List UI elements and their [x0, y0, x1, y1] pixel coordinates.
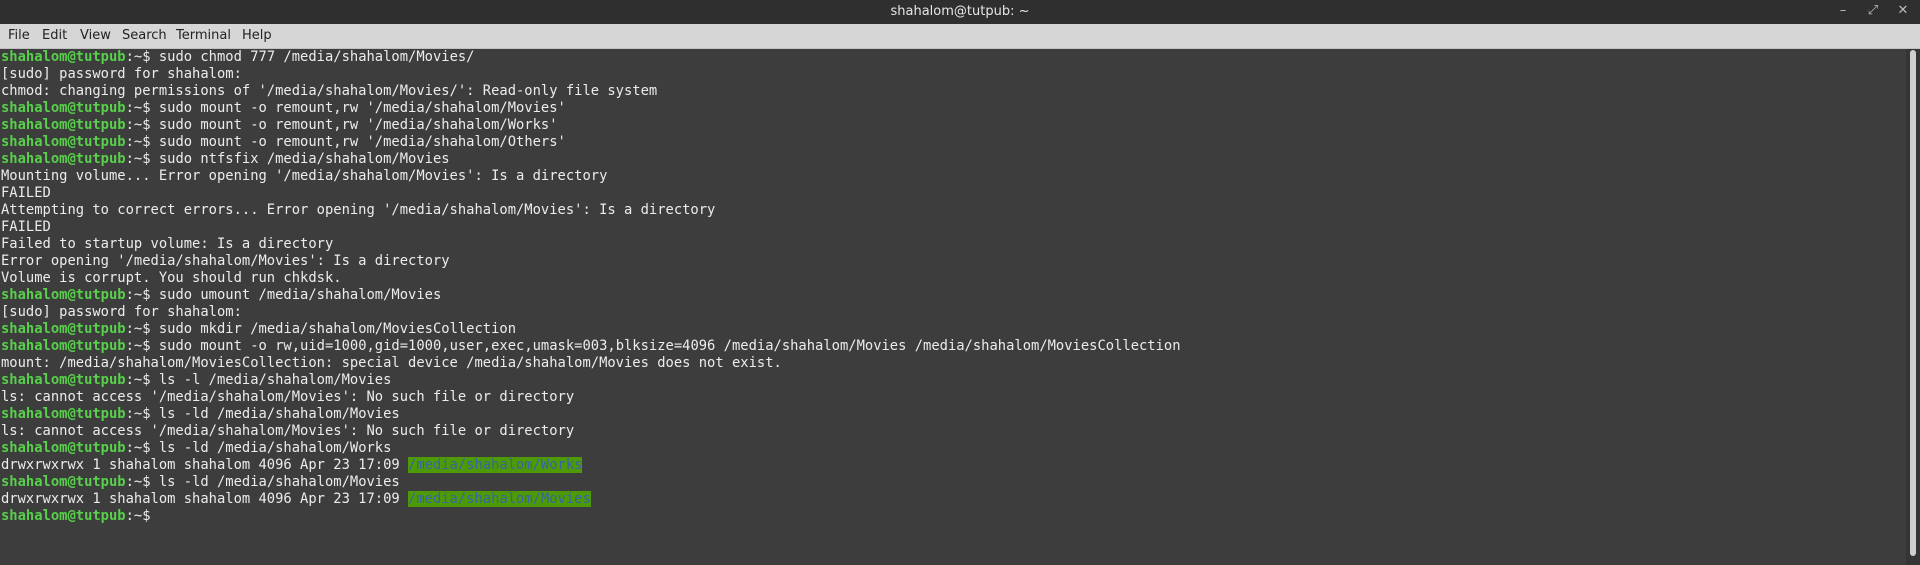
command-line: shahalom@tutpub:~$ sudo mount -o remount…	[1, 134, 566, 151]
command-text: ls -ld /media/shahalom/Movies	[150, 406, 400, 422]
menu-terminal[interactable]: Terminal	[176, 24, 231, 48]
menu-view[interactable]: View	[80, 24, 111, 48]
output-line: mount: /media/shahalom/MoviesCollection:…	[1, 355, 782, 371]
prompt-path: :~$	[125, 338, 151, 354]
output-line: [sudo] password for shahalom:	[1, 304, 242, 320]
prompt-path: :~$	[125, 508, 151, 524]
window-title: shahalom@tutpub: ~	[890, 4, 1030, 19]
output-line: Error opening '/media/shahalom/Movies': …	[1, 253, 450, 269]
output-line: Failed to startup volume: Is a directory	[1, 236, 334, 252]
command-text: sudo chmod 777 /media/shahalom/Movies/	[150, 49, 475, 65]
output-line: [sudo] password for shahalom:	[1, 66, 242, 82]
prompt-user-host: shahalom@tutpub	[1, 117, 126, 133]
terminal-output[interactable]: shahalom@tutpub:~$ sudo chmod 777 /media…	[0, 49, 1906, 565]
prompt-user-host: shahalom@tutpub	[1, 474, 126, 490]
command-text: sudo umount /media/shahalom/Movies	[150, 287, 442, 303]
highlighted-path: /media/shahalom/Movies	[408, 491, 591, 507]
prompt-path: :~$	[125, 406, 151, 422]
command-line: shahalom@tutpub:~$ ls -l /media/shahalom…	[1, 372, 391, 389]
command-line: shahalom@tutpub:~$ ls -ld /media/shahalo…	[1, 474, 400, 491]
menu-file[interactable]: File	[8, 24, 30, 48]
command-line: shahalom@tutpub:~$ sudo chmod 777 /media…	[1, 49, 474, 66]
output-line: drwxrwxrwx 1 shahalom shahalom 4096 Apr …	[1, 457, 583, 474]
command-line: shahalom@tutpub:~$ sudo mount -o rw,uid=…	[1, 338, 1181, 355]
menu-search[interactable]: Search	[122, 24, 167, 48]
menu-edit[interactable]: Edit	[42, 24, 67, 48]
prompt-user-host: shahalom@tutpub	[1, 338, 126, 354]
prompt-user-host: shahalom@tutpub	[1, 321, 126, 337]
ls-entry-text: drwxrwxrwx 1 shahalom shahalom 4096 Apr …	[1, 491, 409, 507]
command-text: sudo mkdir /media/shahalom/MoviesCollect…	[150, 321, 517, 337]
command-text: sudo ntfsfix /media/shahalom/Movies	[150, 151, 450, 167]
prompt-user-host: shahalom@tutpub	[1, 406, 126, 422]
prompt-user-host: shahalom@tutpub	[1, 100, 126, 116]
command-line: shahalom@tutpub:~$ ls -ld /media/shahalo…	[1, 440, 391, 457]
command-text: sudo mount -o rw,uid=1000,gid=1000,user,…	[150, 338, 1181, 354]
command-line: shahalom@tutpub:~$ sudo mount -o remount…	[1, 117, 558, 134]
command-line: shahalom@tutpub:~$	[1, 508, 151, 525]
output-line: Volume is corrupt. You should run chkdsk…	[1, 270, 342, 286]
output-line: Attempting to correct errors... Error op…	[1, 202, 716, 218]
menubar: File Edit View Search Terminal Help	[0, 24, 1920, 49]
prompt-path: :~$	[125, 372, 151, 388]
command-text: ls -ld /media/shahalom/Works	[150, 440, 392, 456]
command-line: shahalom@tutpub:~$ sudo mount -o remount…	[1, 100, 566, 117]
prompt-user-host: shahalom@tutpub	[1, 287, 126, 303]
prompt-user-host: shahalom@tutpub	[1, 134, 126, 150]
scrollbar-thumb[interactable]	[1910, 50, 1916, 556]
prompt-user-host: shahalom@tutpub	[1, 440, 126, 456]
command-text: sudo mount -o remount,rw '/media/shahalo…	[150, 117, 558, 133]
command-text: ls -l /media/shahalom/Movies	[150, 372, 392, 388]
prompt-user-host: shahalom@tutpub	[1, 372, 126, 388]
command-line: shahalom@tutpub:~$ ls -ld /media/shahalo…	[1, 406, 400, 423]
command-line: shahalom@tutpub:~$ sudo umount /media/sh…	[1, 287, 441, 304]
command-text: sudo mount -o remount,rw '/media/shahalo…	[150, 134, 566, 150]
prompt-path: :~$	[125, 49, 151, 65]
menu-help[interactable]: Help	[242, 24, 272, 48]
prompt-path: :~$	[125, 287, 151, 303]
maximize-icon[interactable]: ⤢	[1858, 0, 1888, 24]
prompt-path: :~$	[125, 134, 151, 150]
output-line: chmod: changing permissions of '/media/s…	[1, 83, 658, 99]
minimize-icon[interactable]: –	[1828, 0, 1858, 24]
prompt-user-host: shahalom@tutpub	[1, 49, 126, 65]
output-line: FAILED	[1, 219, 51, 235]
output-line: ls: cannot access '/media/shahalom/Movie…	[1, 389, 575, 405]
command-text: ls -ld /media/shahalom/Movies	[150, 474, 400, 490]
prompt-path: :~$	[125, 100, 151, 116]
prompt-path: :~$	[125, 440, 151, 456]
prompt-user-host: shahalom@tutpub	[1, 151, 126, 167]
output-line: ls: cannot access '/media/shahalom/Movie…	[1, 423, 575, 439]
window-titlebar[interactable]: shahalom@tutpub: ~ – ⤢ ✕	[0, 0, 1920, 24]
ls-entry-text: drwxrwxrwx 1 shahalom shahalom 4096 Apr …	[1, 457, 409, 473]
command-line: shahalom@tutpub:~$ sudo mkdir /media/sha…	[1, 321, 516, 338]
command-text: sudo mount -o remount,rw '/media/shahalo…	[150, 100, 566, 116]
prompt-path: :~$	[125, 474, 151, 490]
output-line: drwxrwxrwx 1 shahalom shahalom 4096 Apr …	[1, 491, 591, 508]
prompt-path: :~$	[125, 321, 151, 337]
prompt-user-host: shahalom@tutpub	[1, 508, 126, 524]
highlighted-path: /media/shahalom/Works	[408, 457, 583, 473]
output-line: FAILED	[1, 185, 51, 201]
prompt-path: :~$	[125, 151, 151, 167]
command-line: shahalom@tutpub:~$ sudo ntfsfix /media/s…	[1, 151, 450, 168]
close-icon[interactable]: ✕	[1888, 0, 1918, 24]
prompt-path: :~$	[125, 117, 151, 133]
output-line: Mounting volume... Error opening '/media…	[1, 168, 608, 184]
